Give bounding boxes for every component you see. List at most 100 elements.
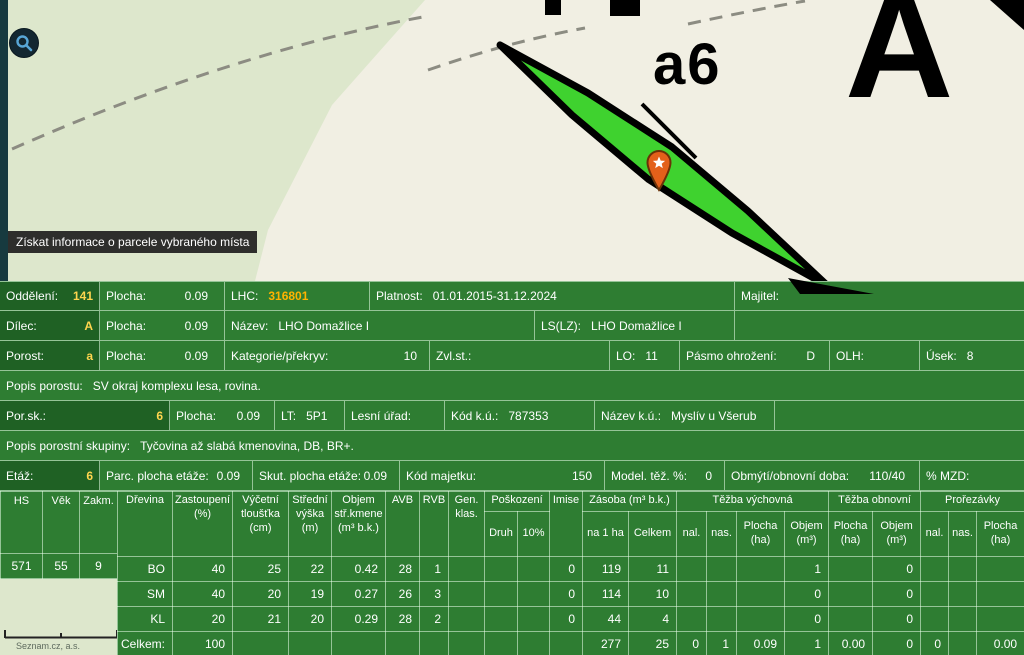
zakm-header: Zakm. <box>80 492 118 554</box>
species-code: BO <box>118 556 173 581</box>
stand-cell <box>707 556 737 581</box>
stand-cell: 4 <box>629 606 677 631</box>
plocha-field: Plocha: 0.09 <box>100 282 225 310</box>
zvlst-label: Zvl.st.: <box>436 349 471 363</box>
group-tezba-vychovna: Těžba výchovná <box>677 492 829 512</box>
stand-cell <box>829 581 873 606</box>
stand-cell: 19 <box>289 581 332 606</box>
zvlst-field: Zvl.st.: <box>430 341 610 370</box>
lhc-field: LHC: 316801 <box>225 282 370 310</box>
stand-cell: 0.29 <box>332 606 386 631</box>
popis-porostu-field: Popis porostu: SV okraj komplexu lesa, r… <box>0 371 1024 400</box>
stand-detail-table: Dřevina Zastoupení (%) Výčetní tloušťka … <box>117 491 1024 655</box>
search-button[interactable] <box>9 28 39 58</box>
stand-cell <box>550 631 583 655</box>
popis-porostu-value: SV okraj komplexu lesa, rovina. <box>93 379 261 393</box>
skut-plocha-field: Skut. plocha etáže: 0.09 <box>253 461 400 490</box>
stand-cell <box>449 581 485 606</box>
stand-cell <box>977 606 1024 631</box>
stand-cell <box>829 556 873 581</box>
lslz-field: LS(LZ): LHO Domažlice I <box>535 311 735 340</box>
obmyti-field: Obmýtí/obnovní doba: 110/40 <box>725 461 920 490</box>
kategorie-value: 10 <box>404 349 417 363</box>
stand-cell: 0.00 <box>977 631 1024 655</box>
model-tez-field: Model. těž. %: 0 <box>605 461 725 490</box>
stand-cell: 21 <box>233 606 289 631</box>
col-druh: Druh <box>485 511 518 556</box>
info-row-popis-skupiny: Popis porostní skupiny: Tyčovina až slab… <box>0 431 1024 461</box>
nazev-value: LHO Domažlice I <box>278 319 369 333</box>
species-row-KL: KL2021200.29282044400 <box>118 606 1024 631</box>
stand-cell: 1 <box>785 556 829 581</box>
stand-cell: 3 <box>420 581 449 606</box>
plocha-value: 0.09 <box>237 409 260 423</box>
stand-cell: 25 <box>629 631 677 655</box>
lhc-label: LHC: <box>231 289 258 303</box>
olh-field: OLH: <box>830 341 920 370</box>
partial-map-letter <box>545 0 561 15</box>
col-gen-klas: Gen. klas. <box>449 492 485 557</box>
stand-cell <box>921 581 949 606</box>
lesni-urad-label: Lesní úřad: <box>351 409 411 423</box>
stand-cell <box>949 581 977 606</box>
stand-cell: 0 <box>785 606 829 631</box>
plocha-field: Plocha: 0.09 <box>100 311 225 340</box>
stand-cell <box>386 631 420 655</box>
plocha-field: Plocha: 0.09 <box>100 341 225 370</box>
usek-value: 8 <box>967 349 974 363</box>
info-row-dilec: Dílec: A Plocha: 0.09 Název: LHO Domažli… <box>0 311 1024 341</box>
col-avb: AVB <box>386 492 420 557</box>
lo-label: LO: <box>616 349 635 363</box>
kategorie-label: Kategorie/překryv: <box>231 349 328 363</box>
vek-value: 55 <box>43 554 80 579</box>
popis-skupiny-label: Popis porostní skupiny: <box>6 439 130 453</box>
etaz-value: 6 <box>86 469 93 483</box>
stand-summary-table: HS Věk Zakm. 571 55 9 <box>0 491 118 579</box>
kodku-field: Kód k.ú.: 787353 <box>445 401 595 430</box>
col-na-1-ha: na 1 ha <box>583 511 629 556</box>
stand-cell: 1 <box>420 556 449 581</box>
obmyti-value: 110/40 <box>869 469 905 483</box>
info-row-popis-porostu: Popis porostu: SV okraj komplexu lesa, r… <box>0 371 1024 401</box>
vek-header: Věk <box>43 492 80 554</box>
stand-cell: 11 <box>629 556 677 581</box>
hs-value: 571 <box>1 554 43 579</box>
stand-cell <box>518 606 550 631</box>
species-row-BO: BO4025220.4228101191110 <box>118 556 1024 581</box>
info-row-oddeleni: Oddělení: 141 Plocha: 0.09 LHC: 316801 P… <box>0 281 1024 311</box>
stand-cell: 20 <box>173 606 233 631</box>
info-row-filler <box>735 311 1024 340</box>
stand-cell <box>737 606 785 631</box>
stand-cell: 25 <box>233 556 289 581</box>
total-row: Celkem:10027725010.0910.00000.00 <box>118 631 1024 655</box>
col-drevina: Dřevina <box>118 492 173 557</box>
stand-cell: 28 <box>386 556 420 581</box>
stand-cell <box>737 556 785 581</box>
stand-cell <box>949 606 977 631</box>
stand-cell: 44 <box>583 606 629 631</box>
app-window: a6 A Seznam.cz, a.s. Získat informace o … <box>0 0 1024 655</box>
map-scale-bar <box>4 628 119 640</box>
stand-cell: 26 <box>386 581 420 606</box>
nazevku-value: Myslív u Všerub <box>671 409 756 423</box>
porsk-value: 6 <box>156 409 163 423</box>
stand-cell: 2 <box>420 606 449 631</box>
col-pror-nas: nas. <box>949 511 977 556</box>
hs-header: HS <box>1 492 43 554</box>
obmyti-label: Obmýtí/obnovní doba: <box>731 469 849 483</box>
stand-cell: 0 <box>873 581 921 606</box>
col-celkem: Celkem <box>629 511 677 556</box>
porost-value: a <box>86 349 93 363</box>
nazevku-field: Název k.ú.: Myslív u Všerub <box>595 401 775 430</box>
stand-cell: 20 <box>289 606 332 631</box>
parc-plocha-field: Parc. plocha etáže: 0.09 <box>100 461 253 490</box>
stand-cell <box>707 581 737 606</box>
plocha-label: Plocha: <box>106 319 146 333</box>
stand-cell <box>485 581 518 606</box>
search-icon <box>15 34 33 52</box>
stand-cell <box>677 581 707 606</box>
total-label: Celkem: <box>118 631 173 655</box>
col-imise: Imise <box>550 492 583 557</box>
col-pror-plocha: Plocha (ha) <box>977 511 1024 556</box>
stand-cell <box>737 581 785 606</box>
